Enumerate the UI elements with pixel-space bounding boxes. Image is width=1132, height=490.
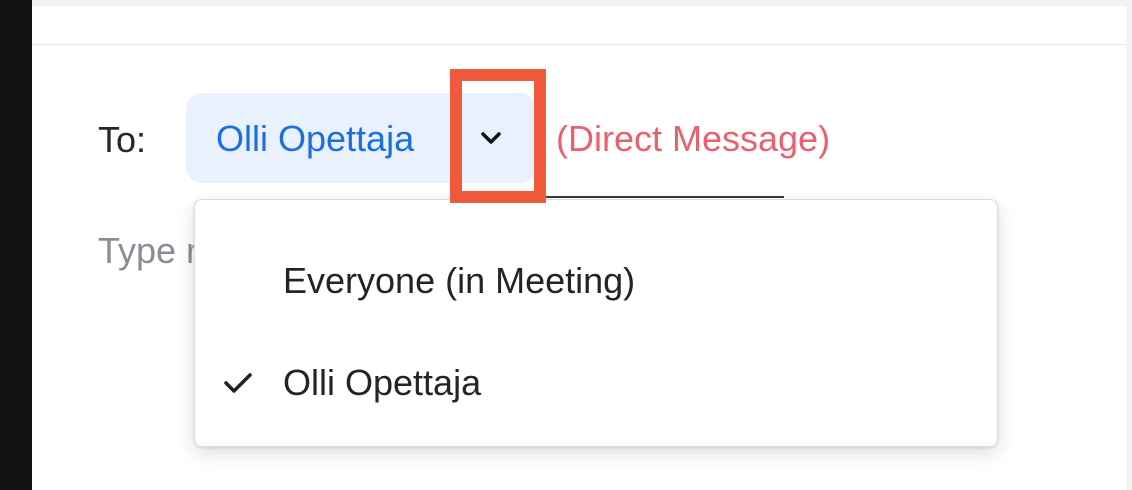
menu-item-everyone[interactable]: Everyone (in Meeting) (195, 236, 997, 326)
panel-divider (32, 44, 1126, 45)
direct-message-label: (Direct Message) (556, 118, 831, 159)
recipient-name: Olli Opettaja (216, 118, 415, 159)
tooltip-underline (498, 196, 784, 198)
chat-compose-panel: To: Olli Opettaja (Direct Message) Every… (32, 6, 1126, 490)
window-left-edge (0, 0, 32, 490)
menu-item-label: Everyone (in Meeting) (283, 260, 636, 301)
menu-item-label: Olli Opettaja (283, 362, 482, 403)
chevron-down-icon[interactable] (476, 123, 506, 153)
menu-item-olli-opettaja[interactable]: Olli Opettaja (195, 338, 997, 428)
check-icon (221, 368, 255, 398)
recipient-selector-button[interactable]: Olli Opettaja (186, 93, 536, 183)
to-label: To: (98, 119, 147, 160)
recipient-dropdown-menu: Everyone (in Meeting) Olli Opettaja (194, 199, 998, 447)
